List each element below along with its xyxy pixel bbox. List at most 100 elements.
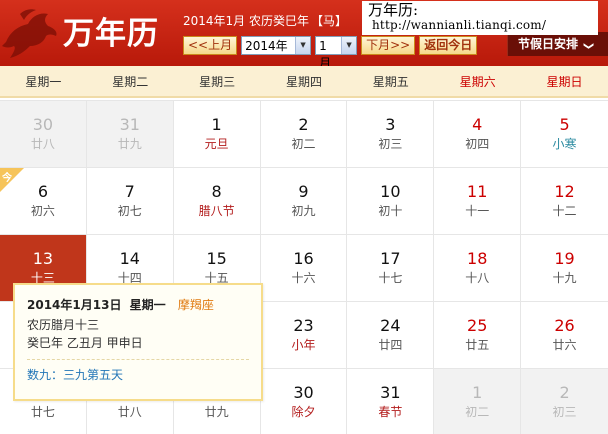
day-number: 30: [293, 383, 314, 402]
calendar-day[interactable]: 1 初二: [434, 369, 522, 434]
zodiac-label: 【马】: [311, 14, 348, 28]
day-number: 4: [472, 115, 483, 134]
festival-label: 元旦: [204, 137, 229, 151]
popup-divider: [27, 359, 249, 360]
month-select[interactable]: 1月 ▼: [315, 35, 358, 67]
day-number: 23: [293, 316, 314, 335]
day-number: 11: [467, 182, 488, 201]
calendar-day[interactable]: 2 初三: [521, 369, 608, 434]
site-name: 万年历:: [368, 1, 419, 19]
festival-label: 腊八节: [198, 204, 235, 218]
day-number: 25: [467, 316, 488, 335]
lunar-day: 廿八: [117, 405, 142, 419]
lunar-day: 初六: [30, 204, 55, 218]
day-number: 19: [554, 249, 575, 268]
lunar-day: 廿六: [552, 338, 577, 352]
year-select[interactable]: 2014年 ▼: [241, 35, 312, 55]
solar-term-label: 小寒: [552, 137, 577, 151]
calendar-day[interactable]: 3 初三: [347, 101, 435, 168]
lunar-day: 初七: [117, 204, 142, 218]
calendar-header: 万年历 2014年1月 农历癸巳年 【马】 <<上月 2014年 ▼ 1月 ▼ 下…: [0, 0, 608, 66]
year-select-value: 2014年: [245, 38, 288, 53]
dropdown-arrow-icon[interactable]: ▼: [295, 36, 311, 54]
today-badge-label: 今: [2, 173, 12, 184]
lunar-day: 初九: [291, 204, 316, 218]
weekday-label: 星期四: [285, 75, 322, 89]
day-number: 10: [380, 182, 401, 201]
calendar-day[interactable]: 12 十二: [521, 168, 608, 235]
day-number: 2: [298, 115, 309, 134]
holiday-schedule-button[interactable]: 节假日安排 ❯: [507, 32, 608, 56]
calendar-day[interactable]: 26 廿六: [521, 302, 608, 369]
lunar-day: 初十: [378, 204, 403, 218]
popup-lunar-date: 农历腊月十三: [27, 318, 100, 332]
calendar-day[interactable]: 31 廿九: [86, 101, 174, 168]
calendar-day[interactable]: 10 初十: [347, 168, 435, 235]
lunar-day: 廿四: [378, 338, 403, 352]
calendar-day[interactable]: 31 春节: [347, 369, 435, 434]
app-title: 万年历: [63, 16, 159, 52]
festival-label: 春节: [378, 405, 403, 419]
calendar-day[interactable]: 11 十一: [434, 168, 522, 235]
calendar-day[interactable]: 25 廿五: [434, 302, 522, 369]
month-select-value: 1月: [319, 38, 332, 67]
calendar-day[interactable]: 17 十七: [347, 235, 435, 302]
calendar-day[interactable]: 7 初七: [86, 168, 174, 235]
weekday-label: 星期五: [372, 75, 409, 89]
day-number: 26: [554, 316, 575, 335]
prev-month-button[interactable]: <<上月: [183, 35, 238, 55]
lunar-day: 初四: [465, 137, 490, 151]
calendar-day[interactable]: 30 除夕: [260, 369, 348, 434]
day-number: 31: [119, 115, 140, 134]
lunar-day: 初三: [378, 137, 403, 151]
dropdown-arrow-icon[interactable]: ▼: [341, 36, 357, 54]
calendar-day[interactable]: 19 十九: [521, 235, 608, 302]
lunar-day: 初二: [291, 137, 316, 151]
day-number: 7: [124, 182, 135, 201]
weekday-label: 星期一: [25, 75, 62, 89]
calendar-day[interactable]: 23 小年: [260, 302, 348, 369]
day-number: 14: [119, 249, 140, 268]
calendar-day-today[interactable]: 今 6 初六: [0, 168, 87, 235]
day-number: 5: [559, 115, 570, 134]
popup-constellation[interactable]: 摩羯座: [178, 298, 214, 312]
festival-label: 小年: [291, 338, 316, 352]
calendar-day[interactable]: 24 廿四: [347, 302, 435, 369]
next-month-button[interactable]: 下月>>: [361, 35, 416, 55]
day-number: 13: [32, 249, 54, 268]
chevron-down-icon: ❯: [583, 41, 595, 51]
current-date-info: 2014年1月 农历癸巳年 【马】: [183, 12, 347, 29]
popup-weekday: 星期一: [129, 298, 166, 312]
festival-label: 除夕: [291, 405, 316, 419]
day-number: 18: [467, 249, 488, 268]
site-watermark: 万年历: http://wannianli.tianqi.com/: [362, 1, 598, 35]
lunar-day: 廿八: [30, 137, 55, 151]
popup-title: 2014年1月13日 星期一 摩羯座: [27, 297, 249, 313]
calendar-day[interactable]: 9 初九: [260, 168, 348, 235]
day-number: 16: [293, 249, 314, 268]
lunar-day: 十六: [291, 271, 316, 285]
back-to-today-button[interactable]: 返回今日: [419, 35, 478, 55]
lunar-day: 廿九: [117, 137, 142, 151]
day-number: 15: [206, 249, 227, 268]
day-number: 1: [472, 383, 483, 402]
day-number: 9: [298, 182, 309, 201]
day-number: 12: [554, 182, 575, 201]
day-number: 17: [380, 249, 401, 268]
lunar-day: 十二: [552, 204, 577, 218]
day-number: 2: [559, 383, 570, 402]
lunar-day: 廿七: [30, 405, 55, 419]
calendar-day[interactable]: 2 初二: [260, 101, 348, 168]
weekday-header: 星期一 星期二 星期三 星期四 星期五 星期六 星期日: [0, 66, 608, 98]
calendar-day[interactable]: 16 十六: [260, 235, 348, 302]
day-number: 31: [380, 383, 401, 402]
month-navigation: <<上月 2014年 ▼ 1月 ▼ 下月>> 返回今日: [183, 35, 478, 67]
calendar-day[interactable]: 30 廿八: [0, 101, 87, 168]
calendar-day[interactable]: 8 腊八节: [173, 168, 261, 235]
lunar-day: 初二: [465, 405, 490, 419]
day-number: 8: [211, 182, 222, 201]
calendar-day[interactable]: 5 小寒: [521, 101, 608, 168]
calendar-day[interactable]: 4 初四: [434, 101, 522, 168]
calendar-day[interactable]: 18 十八: [434, 235, 522, 302]
calendar-day[interactable]: 1 元旦: [173, 101, 261, 168]
